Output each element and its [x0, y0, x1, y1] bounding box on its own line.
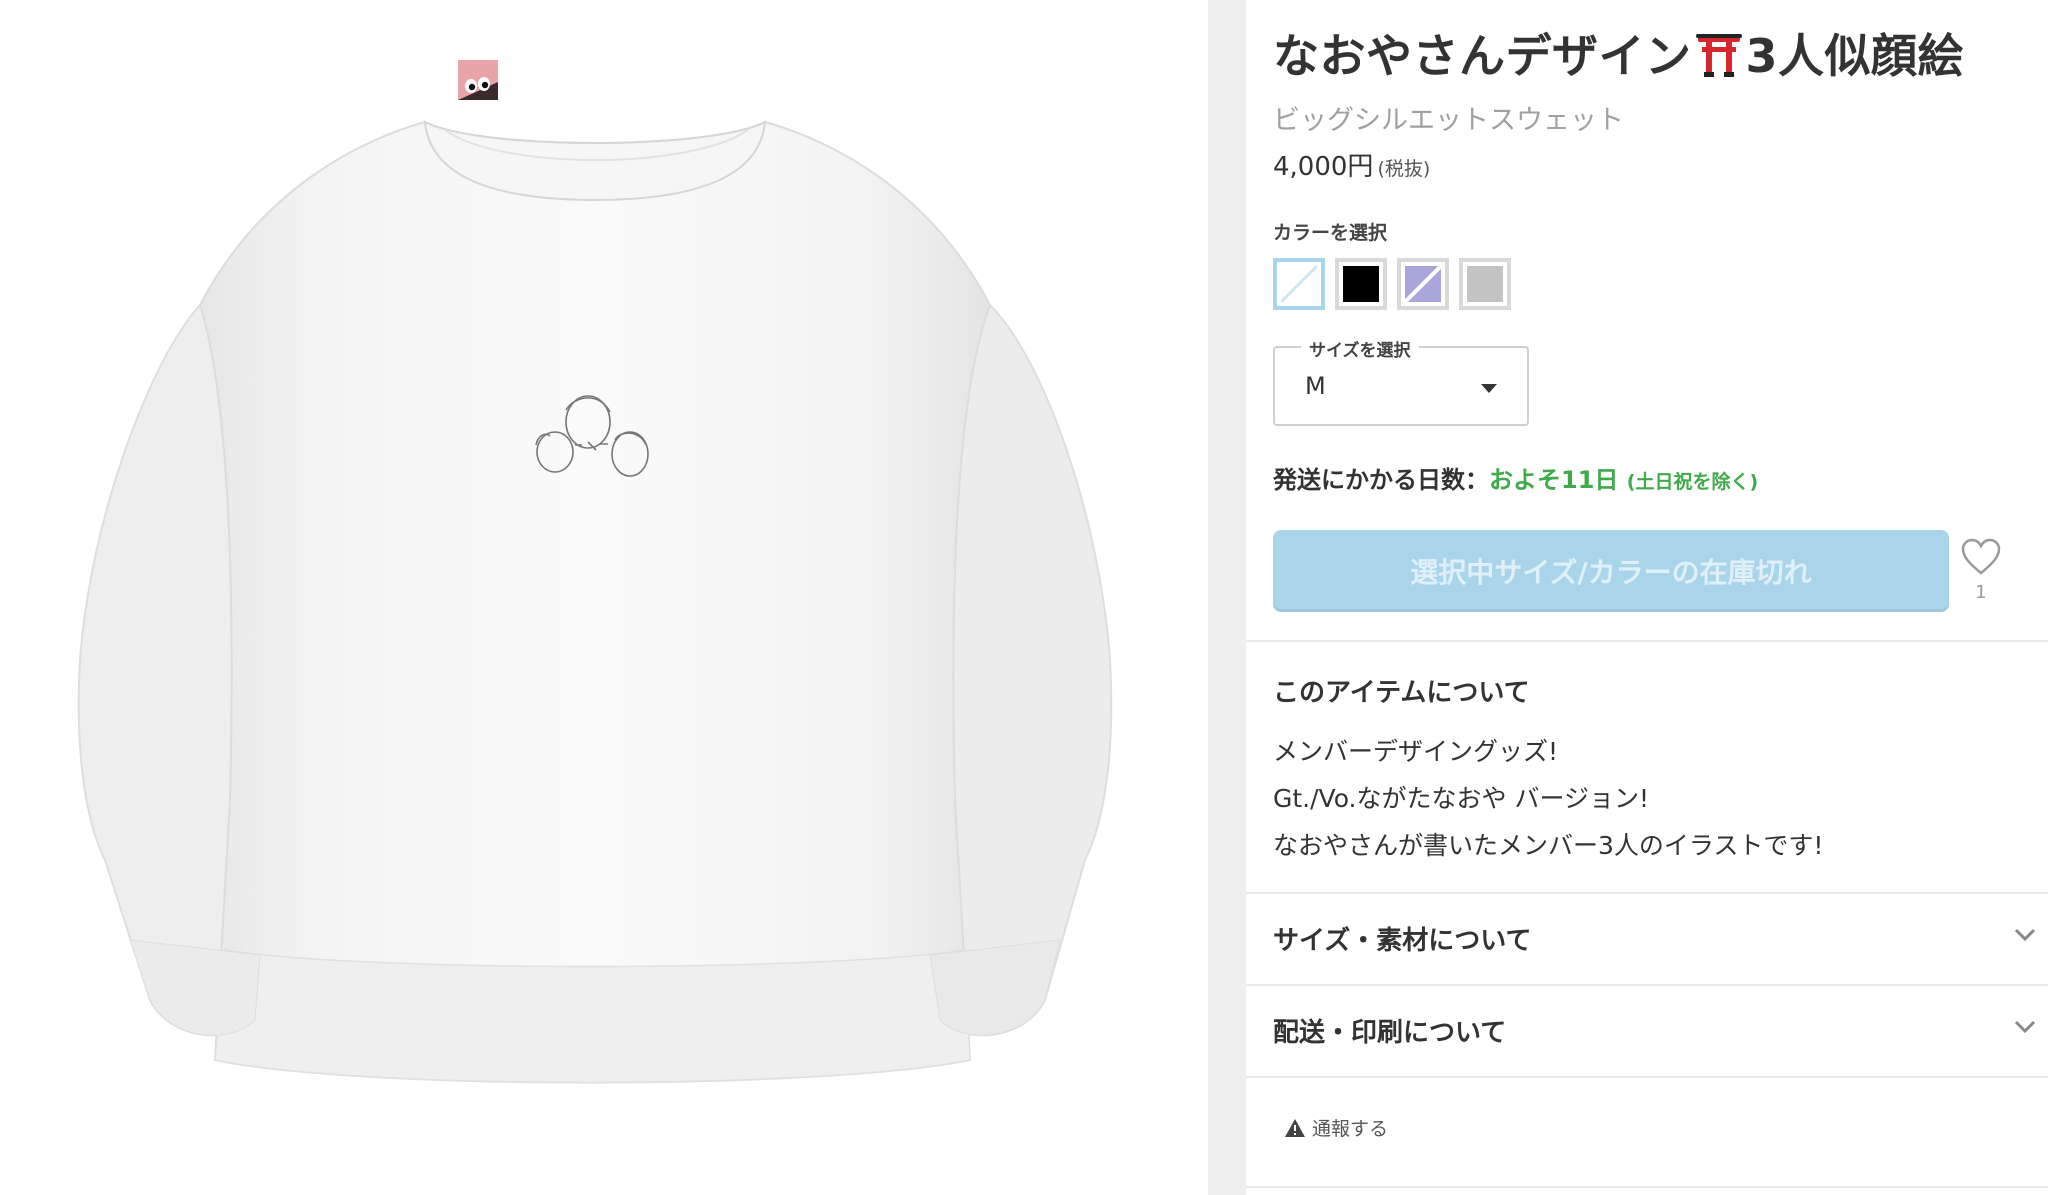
color-swatches [1273, 258, 1511, 310]
sweatshirt-product-image[interactable] [60, 100, 1120, 1090]
about-description: メンバーデザイングッズ! Gt./Vo.ながたなおや バージョン! なおやさんが… [1273, 728, 1823, 869]
product-title-text-2: 3人似顔絵 [1745, 29, 1965, 83]
warning-icon [1285, 1118, 1305, 1137]
chevron-down-icon [2014, 1020, 2036, 1034]
caret-down-icon [1481, 384, 1497, 393]
sold-out-button[interactable]: 選択中サイズ/カラーの在庫切れ [1273, 530, 1949, 612]
item-type: ビッグシルエットスウェット [1273, 105, 1624, 136]
size-select-label: サイズを選択 [1301, 336, 1419, 361]
report-label: 通報する [1312, 1118, 1389, 1140]
color-swatch-white[interactable] [1273, 258, 1325, 310]
product-title: なおやさんデザイン 3人似顔絵 [1273, 20, 1964, 86]
about-line: メンバーデザイングッズ! [1273, 737, 1559, 766]
accordion-label: サイズ・素材について [1273, 926, 1532, 956]
product-info-panel: なおやさんデザイン 3人似顔絵 ビッグシルエットスウェット 4,000円 (税抜)… [1246, 0, 2048, 1195]
color-swatch-gray[interactable] [1459, 258, 1511, 310]
chevron-down-icon [2014, 928, 2036, 942]
accordion-size-material[interactable]: サイズ・素材について [1246, 894, 2048, 982]
about-line: Gt./Vo.ながたなおや バージョン! [1273, 784, 1649, 813]
color-swatch-lavender[interactable] [1397, 258, 1449, 310]
divider [1246, 1186, 2048, 1188]
favorite-count: 1 [1975, 582, 1987, 603]
accordion-label: 配送・印刷について [1273, 1018, 1507, 1048]
size-select[interactable]: サイズを選択 M [1273, 336, 1529, 426]
color-swatch-black[interactable] [1335, 258, 1387, 310]
shipping-days: 発送にかかる日数：およそ11日 (土日祝を除く) [1273, 460, 1758, 495]
about-line: なおやさんが書いたメンバー3人のイラストです! [1273, 831, 1824, 860]
divider [1246, 640, 2048, 642]
torii-emoji [1695, 34, 1742, 77]
brand-badge-icon [458, 60, 498, 100]
price: 4,000円 [1273, 152, 1374, 182]
heart-icon [1961, 538, 2001, 575]
product-title-text: なおやさんデザイン [1273, 29, 1692, 83]
tax-note: (税抜) [1377, 158, 1431, 180]
accordion-shipping-printing[interactable]: 配送・印刷について [1246, 986, 2048, 1074]
favorite-button[interactable]: 1 [1956, 538, 2006, 603]
shipping-note: (土日祝を除く) [1626, 471, 1759, 493]
panel-separator [1208, 0, 1246, 1195]
color-select-label: カラーを選択 [1273, 222, 1388, 244]
about-title: このアイテムについて [1273, 678, 1530, 708]
product-image-area [0, 0, 1208, 1195]
size-select-value: M [1305, 372, 1326, 400]
report-link[interactable]: 通報する [1284, 1114, 1388, 1141]
shipping-days-value: およそ11日 [1489, 466, 1619, 494]
shipping-label: 発送にかかる日数： [1273, 466, 1489, 494]
divider [1246, 1076, 2048, 1078]
price-row: 4,000円 (税抜) [1273, 146, 1430, 183]
